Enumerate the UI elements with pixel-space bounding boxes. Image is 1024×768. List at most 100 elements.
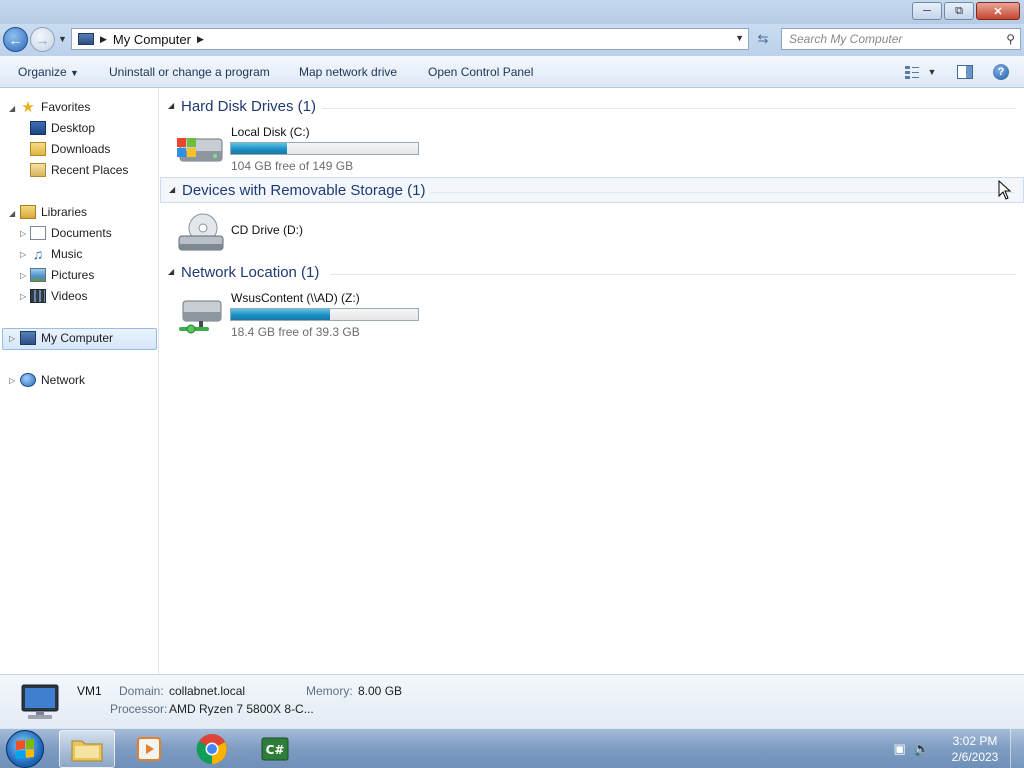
organize-button[interactable]: Organize ▼ <box>18 65 79 79</box>
network-globe-icon <box>20 373 36 387</box>
nav-network-label: Network <box>41 373 86 387</box>
back-button[interactable]: ← <box>3 27 28 52</box>
downloads-folder-icon <box>30 142 46 156</box>
collapse-group-icon[interactable]: ◢ <box>169 185 175 194</box>
libraries-expand-icon[interactable]: ◢ <box>9 209 15 218</box>
breadcrumb-my-computer[interactable]: My Computer <box>113 32 191 47</box>
uninstall-program-button[interactable]: Uninstall or change a program <box>109 65 270 79</box>
favorites-expand-icon[interactable]: ◢ <box>9 104 15 113</box>
chrome-icon <box>196 734 227 765</box>
memory-value: 8.00 GB <box>358 684 403 698</box>
group-removable-storage[interactable]: ◢ Devices with Removable Storage (1) <box>160 177 1024 203</box>
volume-icon[interactable]: 🔈 <box>914 741 930 757</box>
group-network-location[interactable]: ◢ Network Location (1) <box>160 260 1024 286</box>
disk-usage-bar <box>230 308 419 321</box>
nav-favorites-label: Favorites <box>41 100 91 114</box>
back-arrow-icon: ← <box>8 31 23 48</box>
search-icon[interactable]: ⚲ <box>1006 32 1015 46</box>
address-dropdown-icon[interactable]: ▼ <box>735 33 744 43</box>
libraries-icon <box>20 205 36 219</box>
taskbar-chrome[interactable] <box>184 730 240 768</box>
close-button[interactable]: ✕ <box>976 2 1020 20</box>
details-pane: VM1 Domain: collabnet.local Memory: 8.00… <box>0 674 1024 728</box>
view-dropdown-icon: ▼ <box>927 67 937 77</box>
domain-label: Domain: <box>119 684 164 698</box>
drive-cd-d[interactable]: CD Drive (D:) <box>160 210 460 260</box>
close-icon: ✕ <box>993 5 1003 18</box>
refresh-button[interactable]: ⇆ <box>751 28 775 50</box>
nav-desktop[interactable]: Desktop <box>30 118 95 138</box>
clock[interactable]: 3:02 PM 2/6/2023 <box>940 733 1010 765</box>
recent-pages-dropdown[interactable]: ▼ <box>58 34 67 44</box>
nav-libraries[interactable]: Libraries <box>20 202 87 222</box>
forward-button[interactable]: → <box>30 27 55 52</box>
collapse-group-icon[interactable]: ◢ <box>168 267 174 276</box>
pictures-expand-icon[interactable]: ▷ <box>20 271 26 280</box>
disk-usage-bar <box>230 142 419 155</box>
nav-favorites[interactable]: ★ Favorites <box>20 97 90 117</box>
command-bar: Organize ▼ Uninstall or change a program… <box>0 56 1024 88</box>
disk-usage-fill <box>231 143 288 154</box>
drive-name: WsusContent (\\AD) (Z:) <box>231 291 360 305</box>
taskbar: C# ▣ 🔈 3:02 PM 2/6/2023 <box>0 728 1024 768</box>
forward-arrow-icon: → <box>35 31 50 48</box>
csharp-label: C# <box>266 743 285 757</box>
nav-pictures-label: Pictures <box>51 268 95 282</box>
nav-desktop-label: Desktop <box>51 121 96 135</box>
preview-pane-icon <box>957 65 973 79</box>
start-button[interactable] <box>6 730 44 768</box>
nav-videos-label: Videos <box>51 289 88 303</box>
network-drive-icon <box>179 300 222 334</box>
nav-my-computer[interactable]: My Computer <box>20 328 113 348</box>
preview-pane-button[interactable] <box>955 62 975 82</box>
open-control-panel-button[interactable]: Open Control Panel <box>428 65 533 79</box>
search-box[interactable]: ⚲ <box>781 28 1021 50</box>
nav-downloads[interactable]: Downloads <box>30 139 110 159</box>
documents-expand-icon[interactable]: ▷ <box>20 229 26 238</box>
media-player-icon <box>137 737 161 761</box>
breadcrumb-chevron-icon[interactable]: ▶ <box>197 34 204 45</box>
drive-local-disk-c[interactable]: Local Disk (C:) 104 GB free of 149 GB <box>160 125 460 175</box>
computer-icon <box>21 684 59 719</box>
my-computer-expand-icon[interactable]: ▷ <box>9 334 15 343</box>
search-input[interactable] <box>782 32 992 46</box>
taskbar-explorer[interactable] <box>59 730 115 768</box>
map-network-drive-button[interactable]: Map network drive <box>299 65 397 79</box>
nav-recent-places[interactable]: Recent Places <box>30 160 128 180</box>
windows-logo-icon <box>16 739 34 759</box>
network-status-icon[interactable]: ▣ <box>894 741 906 757</box>
folder-icon <box>71 740 103 762</box>
show-desktop-button[interactable] <box>1010 729 1024 768</box>
change-view-button[interactable]: ▼ <box>900 62 940 82</box>
nav-pictures[interactable]: Pictures <box>30 265 94 285</box>
nav-documents[interactable]: Documents <box>30 223 112 243</box>
processor-value: AMD Ryzen 7 5800X 8-C... <box>169 702 314 716</box>
taskbar-media-player[interactable] <box>122 730 178 768</box>
minimize-button[interactable]: ─ <box>912 2 942 20</box>
restore-icon: ⧉ <box>955 4 963 17</box>
navigation-pane: ◢ ★ Favorites Desktop Downloads Recent P… <box>0 88 159 674</box>
drive-wsuscontent-z[interactable]: WsusContent (\\AD) (Z:) 18.4 GB free of … <box>160 291 460 341</box>
nav-music[interactable]: ♫ Music <box>30 244 83 264</box>
nav-documents-label: Documents <box>51 226 112 240</box>
collapse-group-icon[interactable]: ◢ <box>168 101 174 110</box>
hard-drive-icon <box>177 138 223 162</box>
nav-libraries-label: Libraries <box>41 205 88 219</box>
computer-icon <box>20 331 36 345</box>
nav-recent-places-label: Recent Places <box>51 163 129 177</box>
group-hard-disk-drives[interactable]: ◢ Hard Disk Drives (1) <box>160 94 1024 120</box>
group-divider <box>322 108 1016 109</box>
address-bar[interactable]: ▶ My Computer ▶ ▼ <box>71 28 749 50</box>
nav-videos[interactable]: Videos <box>30 286 87 306</box>
nav-downloads-label: Downloads <box>51 142 111 156</box>
nav-network[interactable]: Network <box>20 370 85 390</box>
taskbar-csharp-app[interactable]: C# <box>247 730 303 768</box>
network-expand-icon[interactable]: ▷ <box>9 376 15 385</box>
restore-button[interactable]: ⧉ <box>944 2 974 20</box>
help-button[interactable]: ? <box>991 62 1011 82</box>
documents-icon <box>30 226 46 240</box>
music-expand-icon[interactable]: ▷ <box>20 250 26 259</box>
videos-expand-icon[interactable]: ▷ <box>20 292 26 301</box>
breadcrumb-separator-icon[interactable]: ▶ <box>100 34 107 45</box>
clock-time: 3:02 PM <box>952 734 998 748</box>
